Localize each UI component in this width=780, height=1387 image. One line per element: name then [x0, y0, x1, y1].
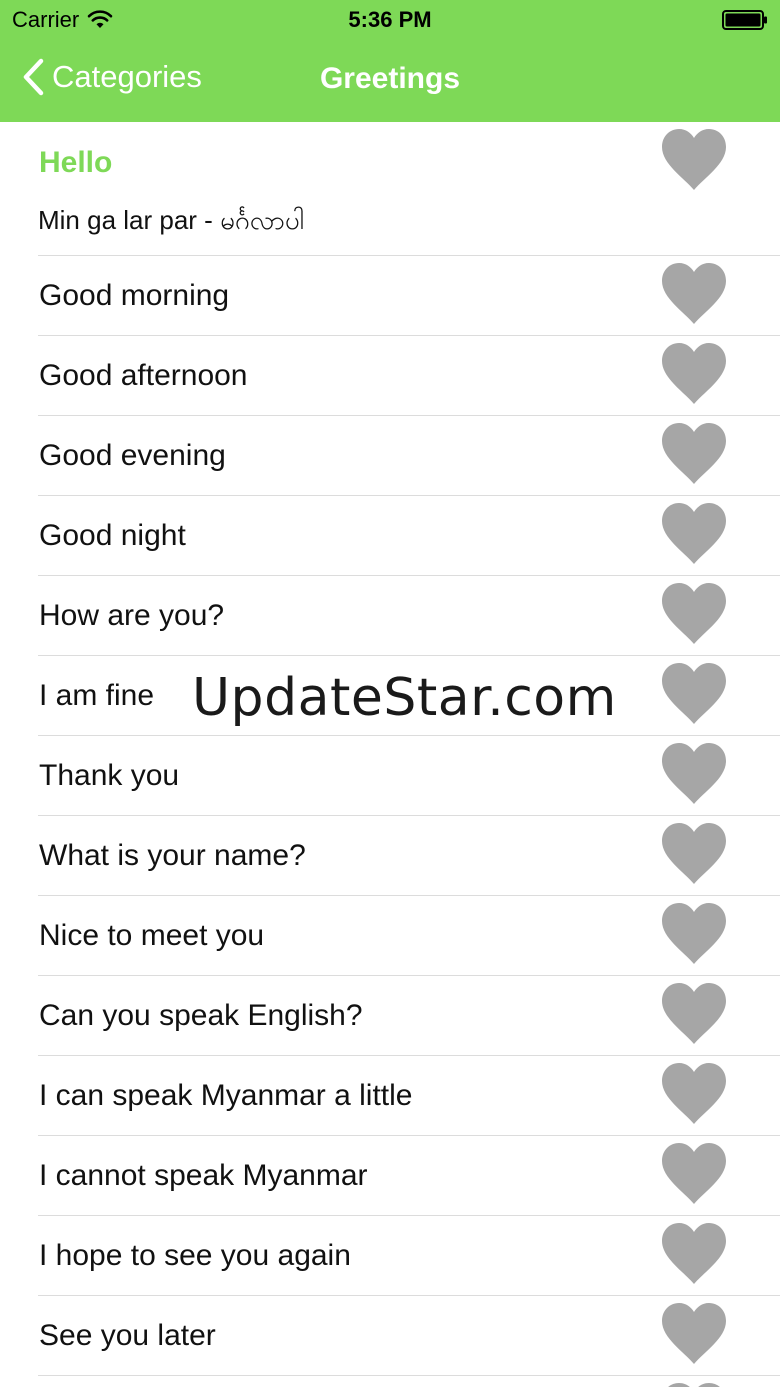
phrase-title: Good morning: [39, 279, 230, 312]
list-item[interactable]: Thank you: [38, 736, 780, 816]
battery-icon: [722, 10, 768, 36]
phrase-title: I can speak Myanmar a little: [39, 1079, 413, 1112]
phrase-list: Hello Min ga lar par - မင်္ဂလာပါ Good mo…: [0, 122, 780, 1387]
page-title: Greetings: [319, 62, 461, 95]
phrase-title: Good evening: [39, 439, 226, 472]
heart-icon[interactable]: [660, 582, 728, 646]
list-item[interactable]: How are you?: [38, 576, 780, 656]
navigation-bar: Categories Greetings: [0, 40, 780, 122]
phrase-translation: Min ga lar par - မင်္ဂလာပါ: [38, 205, 305, 235]
heart-icon[interactable]: [660, 502, 728, 566]
heart-icon[interactable]: [660, 1302, 728, 1366]
list-item[interactable]: I cannot speak Myanmar: [38, 1136, 780, 1216]
status-time: 5:36 PM: [348, 7, 432, 32]
heart-icon[interactable]: [660, 822, 728, 886]
list-item[interactable]: I hope to see you again: [38, 1216, 780, 1296]
heart-icon[interactable]: [660, 1382, 728, 1387]
list-item[interactable]: Can you speak English?: [38, 976, 780, 1056]
heart-icon[interactable]: [660, 982, 728, 1046]
list-item[interactable]: Good morning: [38, 256, 780, 336]
phrase-title: Can you speak English?: [39, 999, 363, 1032]
heart-icon[interactable]: [660, 662, 728, 726]
list-item[interactable]: See you later: [38, 1296, 780, 1376]
phrase-title: Thank you: [39, 759, 180, 792]
heart-icon[interactable]: [660, 128, 728, 192]
app-header: Carrier 5:36 PM Categories Greetings: [0, 0, 780, 122]
phrase-title: I am fine: [39, 679, 155, 712]
list-item[interactable]: I can speak Myanmar a little: [38, 1056, 780, 1136]
list-item[interactable]: Good afternoon: [38, 336, 780, 416]
phrase-title: I cannot speak Myanmar: [39, 1159, 368, 1192]
heart-icon[interactable]: [660, 902, 728, 966]
list-item-partial[interactable]: [38, 1376, 780, 1387]
heart-icon[interactable]: [660, 742, 728, 806]
heart-icon[interactable]: [660, 1142, 728, 1206]
list-item[interactable]: Nice to meet you: [38, 896, 780, 976]
heart-icon[interactable]: [660, 342, 728, 406]
heart-icon[interactable]: [660, 262, 728, 326]
list-item[interactable]: Good evening: [38, 416, 780, 496]
phrase-title: Good night: [39, 519, 186, 552]
heart-icon[interactable]: [660, 1062, 728, 1126]
watermark-text: UpdateStar.com: [192, 668, 617, 728]
phrase-title: What is your name?: [39, 839, 306, 872]
list-item[interactable]: What is your name?: [38, 816, 780, 896]
heart-icon[interactable]: [660, 1222, 728, 1286]
heart-icon[interactable]: [660, 422, 728, 486]
phrase-title: See you later: [39, 1319, 216, 1352]
list-item[interactable]: Good night: [38, 496, 780, 576]
list-item-expanded[interactable]: Hello Min ga lar par - မင်္ဂလာပါ: [38, 122, 780, 256]
phrase-title: Good afternoon: [39, 359, 248, 392]
phrase-title: Hello: [39, 146, 113, 179]
phrase-title: I hope to see you again: [39, 1239, 351, 1272]
phrase-title: How are you?: [39, 599, 225, 632]
status-bar: Carrier 5:36 PM: [0, 0, 780, 40]
phrase-title: Nice to meet you: [39, 919, 265, 952]
